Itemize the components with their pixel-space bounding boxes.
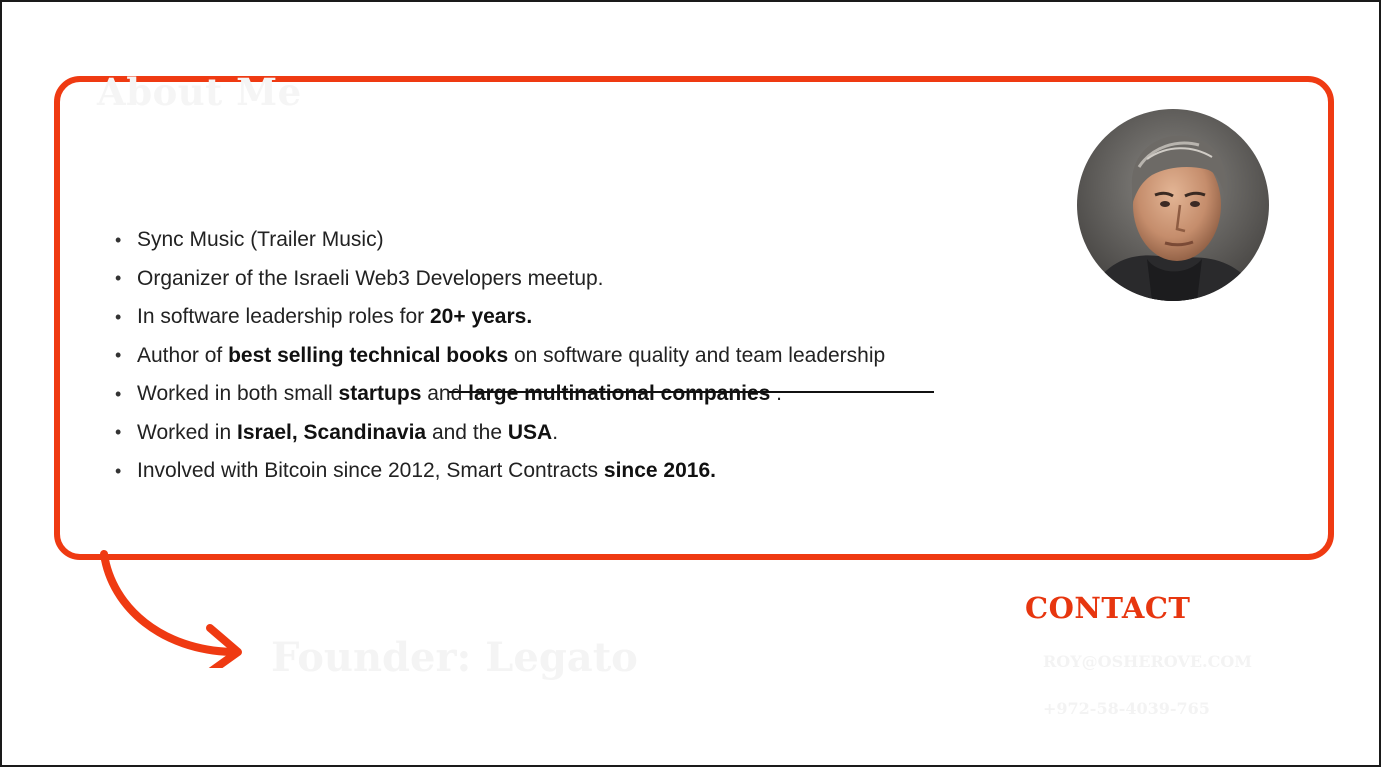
- contact-phone[interactable]: +972-58-4039-765: [1043, 699, 1210, 718]
- bullet-highlight-text: best selling technical books: [228, 343, 509, 367]
- curved-arrow-icon: [100, 550, 242, 668]
- profile-photo: [1077, 109, 1269, 301]
- bullet-text: and the: [426, 420, 508, 444]
- bullet-text: Author of: [137, 343, 229, 367]
- bullet-dot: •: [115, 306, 122, 327]
- bullet-dot: •: [115, 422, 122, 443]
- profile-avatar: [1077, 109, 1269, 301]
- bullet-text: Sync Music (Trailer Music): [137, 228, 384, 252]
- bullet-dot: •: [115, 268, 122, 289]
- slide: About Me • Sync Music (Trailer Music) • …: [0, 0, 1381, 767]
- bullet-text: .: [552, 420, 559, 444]
- about-me-bullet-item: • Organizer of the Israeli Web3 Developer…: [115, 260, 885, 299]
- bullet-text: on software quality and team leadership: [508, 343, 886, 367]
- bullet-text: .: [770, 382, 783, 406]
- bullet-text: Organizer of the Israeli Web3 Developers…: [137, 266, 604, 290]
- bullet-highlight-text: 20+ years.: [429, 305, 533, 329]
- contact-email[interactable]: ROY@OSHEROVE.COM: [1043, 652, 1252, 671]
- books-underline: [449, 391, 934, 393]
- bullet-dot: •: [115, 345, 122, 366]
- about-me-bullet-item: • Worked in both small startups and large…: [115, 375, 885, 414]
- bullet-highlight-text: large multinational companies: [468, 382, 771, 406]
- bullet-dot: •: [115, 460, 122, 481]
- bullet-text: Worked in: [137, 420, 237, 444]
- about-me-bullet-item: • Involved with Bitcoin since 2012, Smart…: [115, 452, 885, 491]
- about-me-bullet-item: • Worked in Israel, Scandinavia and the U…: [115, 414, 885, 453]
- bullet-highlight-text: USA: [507, 420, 553, 444]
- bullet-dot: •: [115, 383, 122, 404]
- bullet-text: Worked in both small: [137, 382, 339, 406]
- bullet-highlight-text: startups: [338, 382, 422, 406]
- bullet-text: In software leadership roles for: [137, 305, 430, 329]
- about-me-bullet-list: • Sync Music (Trailer Music) • Organizer of…: [115, 221, 885, 491]
- contact-heading: CONTACT: [1025, 591, 1191, 625]
- bullet-text: and: [421, 382, 469, 406]
- about-me-bullet-item: • Sync Music (Trailer Music): [115, 221, 885, 260]
- bullet-highlight-text: since 2016.: [603, 459, 716, 483]
- about-me-bullet-item: • Author of best selling technical books …: [115, 337, 885, 376]
- bullet-text: Involved with Bitcoin since 2012, Smart …: [137, 459, 604, 483]
- bullet-highlight-text: Israel, Scandinavia: [237, 420, 427, 444]
- founder-text: Founder: Legato: [271, 634, 638, 681]
- about-me-bullet-item: • In software leadership roles for 20+ ye…: [115, 298, 885, 337]
- about-me-title: About Me: [97, 70, 302, 114]
- bullet-dot: •: [115, 229, 122, 250]
